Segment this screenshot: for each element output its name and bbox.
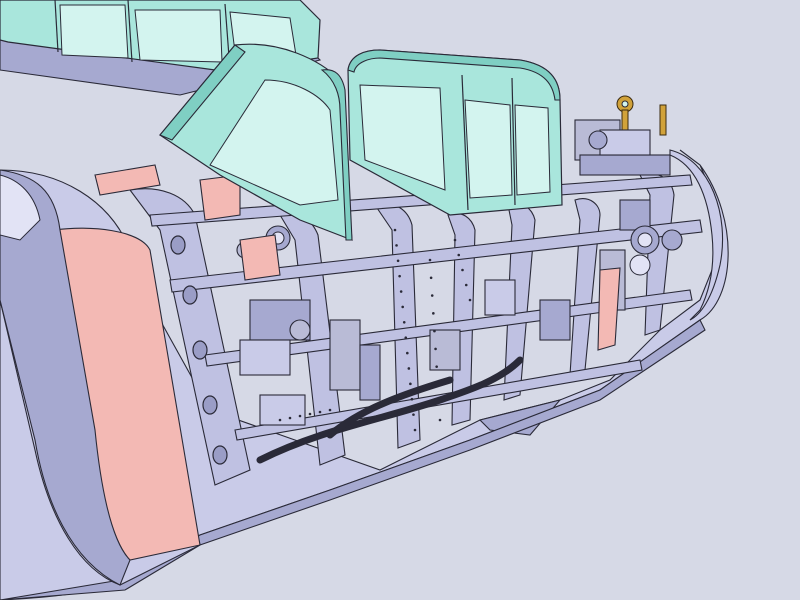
render-viewport [0,0,800,600]
rivet [468,298,472,302]
rivet [435,365,438,368]
rivet [409,382,412,386]
rivet [410,397,414,401]
rivet [401,305,404,309]
rivet [402,321,406,324]
rivet [453,238,457,242]
rivet [396,259,400,263]
rivet [413,428,417,432]
rivet [318,410,322,414]
rivet [398,274,401,278]
rivet [428,258,432,262]
rivet [406,351,409,355]
rivet [278,418,282,422]
rivet [407,367,411,370]
rivet [457,253,461,257]
rivet [433,329,436,333]
rivet [430,294,434,297]
rivet [404,336,408,339]
rivet [412,413,415,416]
rivet [308,412,312,416]
cutaway-scene [0,0,800,600]
rivet [464,283,468,287]
rivet [437,400,441,404]
rivet [298,414,302,418]
rivet [429,276,433,280]
rivet [434,347,437,351]
rivet [399,290,403,293]
rivet [288,416,292,420]
rivet [393,228,397,232]
rivet [438,418,442,422]
rivet [328,408,332,412]
rivet [432,312,435,315]
rivet [436,383,440,386]
rivet [461,268,464,272]
rivet [395,244,398,247]
